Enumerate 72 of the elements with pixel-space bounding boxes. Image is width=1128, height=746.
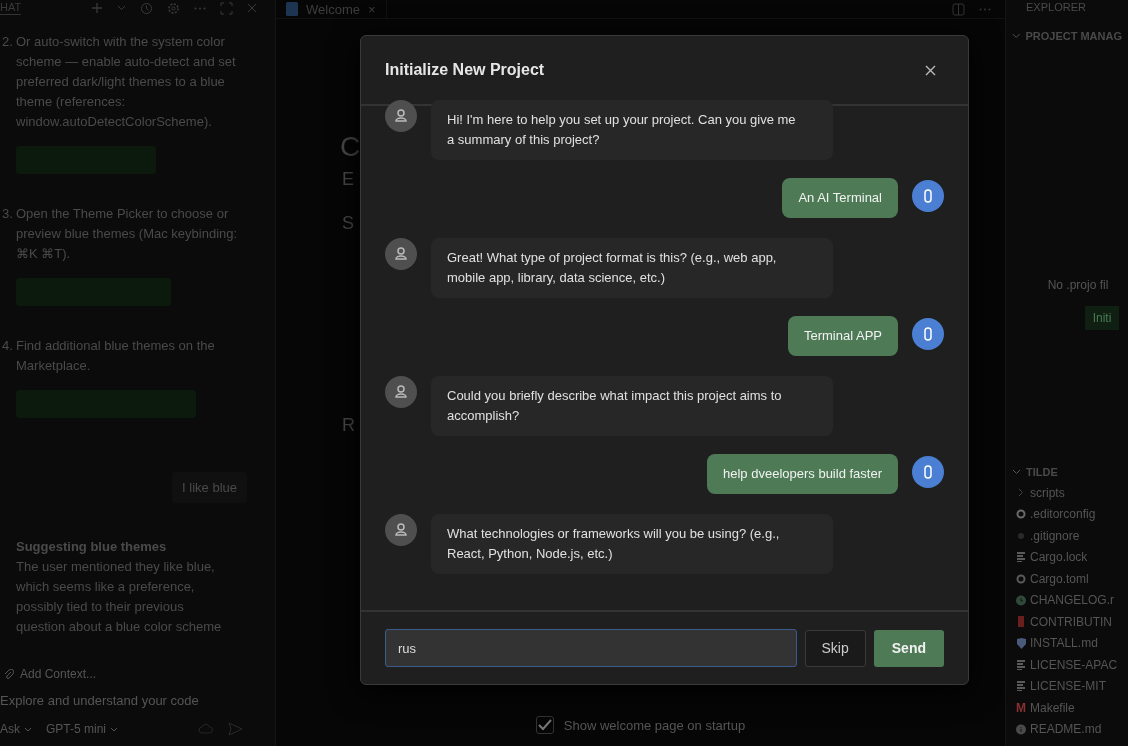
assistant-message: Great! What type of project format is this? (e.g., web app, mobile app, library, data science, etc.) — [431, 238, 833, 298]
file-name[interactable]: Cargo.lock — [1030, 550, 1088, 565]
thinking-text: The user mentioned they like blue, which seems like a preference, possibly tied to their previous question about a blue color scheme — [16, 558, 223, 636]
chevron-right-icon — [1018, 488, 1024, 498]
skip-button[interactable]: Skip — [804, 629, 866, 667]
file-name[interactable]: LICENSE-APAC — [1030, 657, 1118, 672]
add-context-button[interactable]: Add Context... — [0, 661, 267, 687]
paperclip-icon — [4, 668, 14, 680]
answer-input[interactable]: rus — [385, 629, 797, 667]
history-icon[interactable] — [140, 1, 153, 15]
initialize-button[interactable]: Initi — [1084, 306, 1120, 330]
section-header[interactable]: TILDE — [1006, 450, 1128, 482]
step-number: 4. — [2, 337, 12, 355]
assistant-message: Could you briefly describe what impact this project aims to accomplish? — [431, 376, 833, 436]
send-icon[interactable] — [228, 722, 243, 736]
chevron-down-icon[interactable] — [117, 5, 126, 11]
file-name[interactable]: CONTRIBUTIN — [1030, 614, 1112, 629]
assistant-message: Hi! I'm here to help you set up your project. Can you give me a summary of this project? — [431, 100, 833, 160]
new-chat-icon[interactable] — [91, 2, 103, 14]
startup-label: Show welcome page on startup — [563, 717, 746, 733]
file-name[interactable]: CHANGELOG.r — [1030, 593, 1114, 608]
welcome-heading-fragment: R — [342, 415, 355, 436]
step-text: Or auto-switch with the system color scheme — enable auto-detect and set preferred dark/light themes to a blue theme (references: window.autoDetectColorScheme). — [16, 33, 237, 131]
welcome-heading-fragment: E — [342, 169, 354, 190]
file-name[interactable]: Makefile — [1030, 700, 1075, 715]
more-icon[interactable] — [194, 6, 206, 10]
file-name[interactable]: .editorconfig — [1030, 507, 1096, 522]
section-header[interactable]: PROJECT MANAG — [1006, 14, 1128, 46]
file-name[interactable]: INSTALL.md — [1030, 636, 1098, 651]
file-name[interactable]: README.md — [1030, 722, 1102, 737]
file-name[interactable]: .gitignore — [1030, 528, 1080, 543]
makefile-icon: M — [1016, 700, 1026, 715]
explorer-title: EXPLORER — [1025, 0, 1087, 14]
user-message: help dveelopers build faster — [707, 454, 898, 494]
file-name[interactable]: Cargo.toml — [1030, 571, 1089, 586]
model-dropdown[interactable]: GPT-5 mini — [46, 722, 107, 736]
mode-dropdown[interactable]: Ask — [0, 722, 20, 736]
file-name[interactable]: scripts — [1030, 485, 1065, 500]
chevron-down-icon — [1012, 469, 1021, 475]
step-number: 2. — [2, 33, 12, 51]
chevron-down-icon — [1012, 33, 1021, 39]
user-avatar-icon — [912, 456, 944, 488]
chat-input[interactable]: Explore and understand your code — [0, 687, 250, 714]
file-icon — [286, 2, 298, 16]
assistant-avatar-icon — [385, 100, 417, 132]
more-icon[interactable] — [979, 7, 991, 11]
dialog-title: Initialize New Project — [385, 61, 545, 79]
empty-message: No .projo fil — [1047, 278, 1109, 292]
assistant-avatar-icon — [385, 238, 417, 270]
chevron-down-icon[interactable] — [110, 726, 119, 732]
step-text: Find additional blue themes on the Marketplace. — [16, 337, 216, 375]
assistant-message: What technologies or frameworks will you be using? (e.g., React, Python, Node.js, etc.) — [431, 514, 833, 574]
close-icon[interactable] — [925, 64, 936, 76]
step-number: 3. — [2, 205, 12, 223]
step-text: Open the Theme Picker to choose or preview blue themes (Mac keybinding: ⌘K ⌘T). — [16, 205, 239, 263]
welcome-heading-fragment: C — [340, 131, 361, 163]
chevron-down-icon[interactable] — [24, 726, 32, 732]
settings-icon[interactable] — [167, 1, 180, 15]
expand-icon[interactable] — [220, 1, 233, 15]
user-message: Terminal APP — [787, 316, 898, 356]
user-message: An AI Terminal — [782, 178, 898, 218]
assistant-avatar-icon — [385, 514, 417, 546]
send-button[interactable]: Send — [873, 629, 944, 667]
thinking-title: Suggesting blue themes — [16, 538, 168, 556]
cloud-send-icon[interactable] — [198, 722, 214, 736]
welcome-heading-fragment: S — [342, 213, 354, 234]
user-avatar-icon — [912, 318, 944, 350]
file-name[interactable]: LICENSE-MIT — [1030, 679, 1106, 694]
user-avatar-icon — [912, 180, 944, 212]
split-editor-icon[interactable] — [952, 2, 965, 16]
checkbox[interactable] — [535, 716, 554, 734]
assistant-avatar-icon — [385, 376, 417, 408]
